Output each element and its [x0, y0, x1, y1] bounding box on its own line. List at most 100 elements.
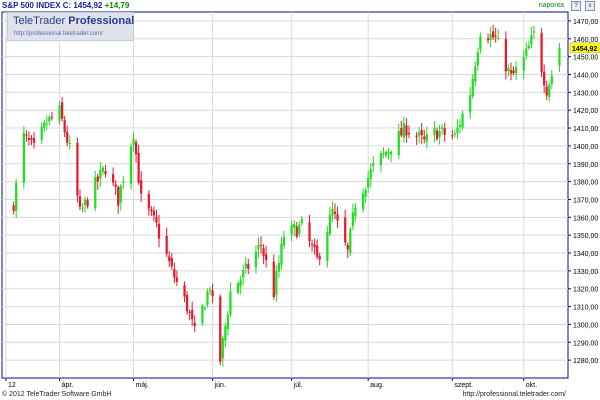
candle-body — [40, 126, 43, 140]
candle — [326, 225, 329, 268]
y-tick-label: 1350,00 — [573, 233, 598, 240]
candle-body — [497, 37, 500, 39]
candle-body — [415, 135, 418, 137]
candle-body — [165, 235, 168, 254]
y-tick-label: 1430,00 — [573, 90, 598, 97]
candle-body — [290, 224, 293, 235]
candle-body — [27, 138, 31, 141]
candle-body — [50, 116, 54, 118]
candle-body — [224, 326, 227, 341]
y-tick-label: 1300,00 — [573, 322, 598, 329]
candle-body — [104, 171, 107, 175]
candle-body — [527, 45, 530, 48]
last-price-tag: 1454,92 — [569, 42, 600, 54]
candle-body — [208, 289, 212, 291]
candle-body — [170, 257, 173, 267]
candle — [201, 303, 204, 326]
candle-body — [479, 36, 482, 50]
candle-body — [152, 210, 156, 216]
candle-body — [400, 128, 403, 136]
price-chart: 1280,00 1290,00 1300,00 1310,00 1320,00 1330,… — [1, 11, 600, 389]
candle-body — [469, 95, 472, 113]
candle-body — [63, 120, 66, 133]
candle-body — [282, 236, 286, 246]
candle-body — [191, 309, 194, 320]
candle-body — [45, 123, 48, 125]
candle-body — [522, 57, 525, 71]
candle-body — [456, 127, 459, 134]
candle-body — [175, 277, 179, 282]
candle-body — [507, 67, 510, 72]
x-tick-label: 12 — [8, 382, 16, 389]
candle-body — [201, 305, 204, 324]
candle-body — [489, 34, 492, 40]
y-tick-label: 1390,00 — [573, 162, 598, 169]
x-tick-label: aug. — [370, 382, 384, 389]
candle-body — [140, 180, 143, 194]
candle-body — [236, 282, 240, 293]
candle-body — [262, 248, 265, 257]
candle-body — [349, 229, 352, 253]
candle-body — [425, 134, 428, 142]
candle-body — [543, 71, 546, 86]
candle-body — [259, 244, 263, 246]
candle-body — [313, 244, 316, 248]
candle-body — [94, 177, 97, 209]
y-tick-label: 1360,00 — [573, 215, 598, 222]
candle-body — [239, 279, 242, 286]
y-tick-label: 1410,00 — [573, 126, 598, 133]
candle-body — [12, 205, 15, 212]
y-tick-label: 1280,00 — [573, 358, 598, 365]
candle — [22, 126, 25, 189]
candle-body — [364, 189, 367, 197]
candle-body — [48, 116, 51, 122]
candle-body — [382, 152, 385, 154]
candle-body — [344, 217, 347, 243]
candle-body — [137, 152, 140, 183]
x-tick-label: ápr. — [62, 382, 74, 389]
candle-body — [265, 254, 268, 261]
candle-body — [300, 219, 303, 223]
candle-body — [504, 39, 508, 72]
candle-body — [310, 243, 314, 245]
y-tick-label: 1380,00 — [573, 180, 598, 187]
candle-body — [122, 181, 125, 183]
candle-body — [68, 142, 71, 144]
candle — [540, 28, 543, 78]
candle-body — [540, 33, 543, 73]
candle-body — [372, 162, 375, 166]
candle-body — [451, 135, 454, 137]
candle-body — [81, 207, 84, 209]
candle-body — [435, 130, 439, 139]
candle-body — [25, 134, 28, 136]
candle-body — [433, 128, 436, 135]
candle-body — [221, 338, 224, 359]
candle-body — [295, 226, 298, 237]
x-tick-label: szept. — [454, 382, 473, 389]
candle-body — [242, 269, 245, 278]
footer-link[interactable]: http://professional.teletrader.com/ — [463, 390, 567, 400]
candle-body — [229, 291, 232, 315]
y-tick-label: 1290,00 — [573, 340, 598, 347]
candle-body — [369, 169, 372, 179]
candle-body — [402, 123, 405, 138]
candle-body — [384, 152, 388, 156]
candle-body — [474, 66, 477, 82]
candle-body — [117, 186, 120, 206]
candle-body — [476, 52, 479, 66]
candle-body — [275, 271, 278, 295]
plot-area — [1, 11, 569, 379]
candle-body — [150, 209, 153, 212]
candle — [219, 294, 222, 366]
candle-body — [86, 200, 89, 207]
candle-body — [173, 268, 176, 278]
candle-body — [441, 127, 444, 129]
candle-body — [157, 223, 161, 239]
chart-window: S&P 500 INDEX C: 1454,92 +14,79 naponta … — [0, 0, 600, 400]
candle-body — [30, 137, 33, 140]
candle-body — [211, 290, 214, 296]
x-tick-label: okt. — [526, 382, 537, 389]
y-tick-label: 1400,00 — [573, 144, 598, 151]
candle-body — [132, 138, 135, 145]
y-tick-label: 1470,00 — [573, 19, 598, 26]
